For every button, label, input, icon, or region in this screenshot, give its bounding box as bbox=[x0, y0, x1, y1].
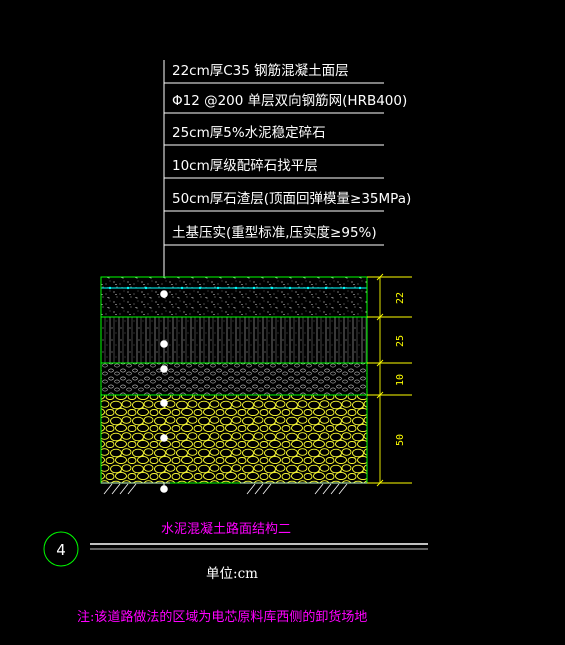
dimension-stabilized: 25 bbox=[395, 335, 406, 347]
graded-gravel-layer bbox=[101, 363, 367, 395]
layer-label-surface: 22cm厚C35 钢筋混凝土面层 bbox=[172, 62, 349, 79]
dimension-graded: 10 bbox=[395, 374, 406, 386]
detail-title: 水泥混凝土路面结构二 bbox=[161, 521, 291, 537]
layer-label-stabilized: 25cm厚5%水泥稳定碎石 bbox=[172, 125, 326, 141]
stabilized-gravel-layer bbox=[101, 317, 367, 363]
layer-stack bbox=[100, 276, 368, 495]
dimension-rubble: 50 bbox=[395, 434, 406, 446]
unit-label: 单位:cm bbox=[206, 566, 258, 582]
layer-label-graded: 10cm厚级配碎石找平层 bbox=[172, 158, 318, 174]
layer-label-rubble: 50cm厚石渣层(顶面回弹模量≥35MPa) bbox=[172, 191, 411, 207]
subgrade-hatch bbox=[101, 482, 367, 495]
layer-label-rebar: Φ12 @200 单层双向钢筋网(HRB400) bbox=[172, 92, 407, 109]
dimension-chain: 22 25 10 50 bbox=[367, 273, 412, 487]
detail-title-block: 4 水泥混凝土路面结构二 单位:cm 注:该道路做法的区域为电芯原料库西侧的卸货… bbox=[43, 521, 428, 625]
rubble-layer bbox=[101, 395, 367, 483]
site-note: 注:该道路做法的区域为电芯原料库西侧的卸货场地 bbox=[77, 609, 367, 625]
detail-number: 4 bbox=[56, 541, 66, 559]
dimension-surface: 22 bbox=[395, 292, 406, 304]
layer-label-subgrade: 土基压实(重型标准,压实度≥95%) bbox=[172, 224, 377, 241]
concrete-layer bbox=[101, 277, 367, 317]
road-section-drawing: 22cm厚C35 钢筋混凝土面层 Φ12 @200 单层双向钢筋网(HRB400… bbox=[43, 60, 428, 625]
